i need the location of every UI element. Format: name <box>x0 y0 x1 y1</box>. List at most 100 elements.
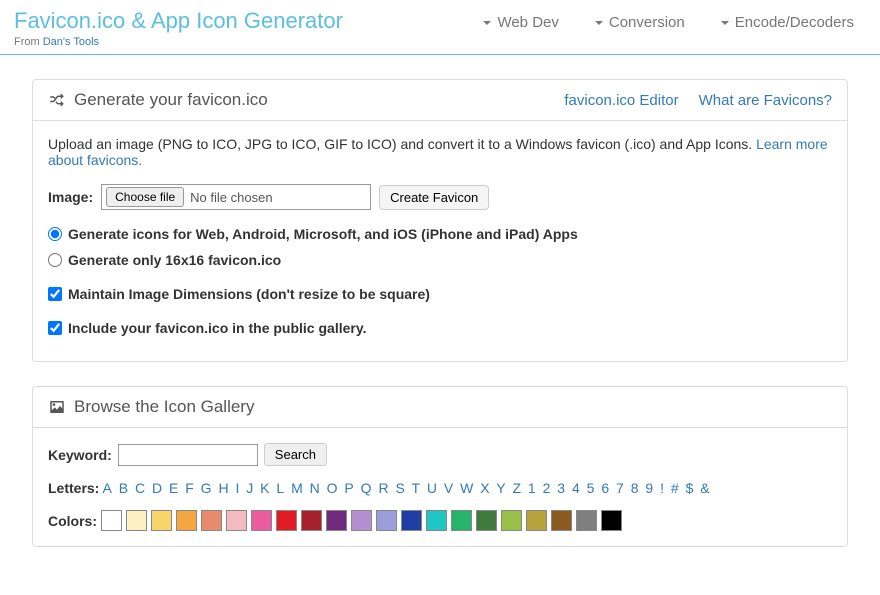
letter-link[interactable]: S <box>395 480 404 496</box>
letter-link[interactable]: U <box>427 480 437 496</box>
letter-link[interactable]: H <box>218 480 228 496</box>
letter-link[interactable]: D <box>152 480 162 496</box>
letter-link[interactable]: R <box>378 480 388 496</box>
shuffle-icon <box>48 91 66 109</box>
letter-link[interactable]: N <box>310 480 320 496</box>
maintain-dimensions-checkbox[interactable] <box>48 287 62 301</box>
caret-down-icon <box>483 21 491 25</box>
letter-link[interactable]: & <box>700 480 709 496</box>
color-swatch[interactable] <box>351 510 372 531</box>
color-swatch[interactable] <box>326 510 347 531</box>
color-swatch[interactable] <box>601 510 622 531</box>
gallery-panel-heading: Browse the Icon Gallery <box>33 387 847 428</box>
letter-link[interactable]: # <box>671 480 679 496</box>
caret-down-icon <box>595 21 603 25</box>
color-swatch[interactable] <box>576 510 597 531</box>
color-swatch[interactable] <box>151 510 172 531</box>
letter-link[interactable]: 4 <box>572 480 580 496</box>
letter-link[interactable]: L <box>276 480 284 496</box>
nav-conversion[interactable]: Conversion <box>595 14 685 31</box>
what-are-favicons-link[interactable]: What are Favicons? <box>699 92 832 109</box>
maintain-dimensions-label: Maintain Image Dimensions (don't resize … <box>68 286 430 302</box>
generate-16-label: Generate only 16x16 favicon.ico <box>68 252 281 268</box>
generate-full-radio[interactable] <box>48 227 62 241</box>
letter-link[interactable]: M <box>291 480 303 496</box>
color-swatch[interactable] <box>551 510 572 531</box>
color-swatch[interactable] <box>226 510 247 531</box>
generate-16-radio[interactable] <box>48 253 62 267</box>
letter-link[interactable]: I <box>235 480 239 496</box>
letter-link[interactable]: B <box>119 480 128 496</box>
letter-link[interactable]: G <box>201 480 212 496</box>
include-gallery-checkbox[interactable] <box>48 321 62 335</box>
keyword-label: Keyword: <box>48 447 112 463</box>
letter-link[interactable]: ! <box>660 480 664 496</box>
color-swatch[interactable] <box>451 510 472 531</box>
image-label: Image: <box>48 189 93 205</box>
letter-link[interactable]: Y <box>496 480 505 496</box>
letter-link[interactable]: K <box>260 480 269 496</box>
letter-link[interactable]: O <box>327 480 338 496</box>
letter-link[interactable]: E <box>169 480 178 496</box>
caret-down-icon <box>721 21 729 25</box>
create-favicon-button[interactable]: Create Favicon <box>379 185 489 210</box>
search-button[interactable]: Search <box>264 443 327 466</box>
letter-link[interactable]: W <box>460 480 473 496</box>
choose-file-button[interactable]: Choose file <box>106 187 184 207</box>
letter-link[interactable]: V <box>444 480 453 496</box>
color-swatch[interactable] <box>501 510 522 531</box>
nav-encode-decoders[interactable]: Encode/Decoders <box>721 14 854 31</box>
letter-link[interactable]: Z <box>512 480 521 496</box>
generate-heading-text: Generate your favicon.ico <box>74 90 268 110</box>
gallery-heading-text: Browse the Icon Gallery <box>74 397 254 417</box>
letter-link[interactable]: 1 <box>528 480 536 496</box>
letter-link[interactable]: C <box>135 480 145 496</box>
site-title-link[interactable]: Favicon.ico & App Icon Generator <box>14 8 343 33</box>
color-swatch[interactable] <box>376 510 397 531</box>
site-subtitle: From Dan's Tools <box>14 36 343 48</box>
site-header: Favicon.ico & App Icon Generator From Da… <box>0 0 880 55</box>
picture-icon <box>48 398 66 416</box>
letter-link[interactable]: F <box>185 480 194 496</box>
letter-link[interactable]: 5 <box>587 480 595 496</box>
favicon-editor-link[interactable]: favicon.ico Editor <box>564 92 678 109</box>
letter-link[interactable]: P <box>344 480 353 496</box>
letters-label: Letters: <box>48 480 99 496</box>
color-swatch[interactable] <box>201 510 222 531</box>
file-input[interactable]: Choose file No file chosen <box>101 184 371 210</box>
nav-web-dev[interactable]: Web Dev <box>483 14 558 31</box>
letter-link[interactable]: X <box>480 480 489 496</box>
letter-link[interactable]: 3 <box>557 480 565 496</box>
letter-link[interactable]: J <box>246 480 253 496</box>
dans-tools-link[interactable]: Dan's Tools <box>43 36 99 48</box>
letter-link[interactable]: 9 <box>645 480 653 496</box>
generate-panel-heading: Generate your favicon.ico favicon.ico Ed… <box>33 80 847 121</box>
generate-full-label: Generate icons for Web, Android, Microso… <box>68 226 578 242</box>
color-swatch[interactable] <box>401 510 422 531</box>
letter-link[interactable]: 8 <box>631 480 639 496</box>
letter-link[interactable]: 6 <box>601 480 609 496</box>
color-swatch[interactable] <box>126 510 147 531</box>
keyword-input[interactable] <box>118 444 258 466</box>
color-swatch[interactable] <box>526 510 547 531</box>
letters-row: Letters: A B C D E F G H I J K L M N O P… <box>48 480 832 496</box>
color-swatch[interactable] <box>251 510 272 531</box>
generate-panel: Generate your favicon.ico favicon.ico Ed… <box>32 79 848 362</box>
color-swatch[interactable] <box>476 510 497 531</box>
intro-text: Upload an image (PNG to ICO, JPG to ICO,… <box>48 136 832 168</box>
color-swatch[interactable] <box>426 510 447 531</box>
color-swatch[interactable] <box>176 510 197 531</box>
color-swatch[interactable] <box>101 510 122 531</box>
include-gallery-label: Include your favicon.ico in the public g… <box>68 320 366 336</box>
letter-link[interactable]: A <box>102 480 111 496</box>
color-swatch[interactable] <box>301 510 322 531</box>
letter-link[interactable]: Q <box>361 480 372 496</box>
color-swatch[interactable] <box>276 510 297 531</box>
letter-link[interactable]: T <box>411 480 420 496</box>
colors-row: Colors: <box>48 510 832 531</box>
colors-label: Colors: <box>48 513 97 529</box>
file-status-text: No file chosen <box>190 190 272 205</box>
letter-link[interactable]: $ <box>686 480 694 496</box>
letter-link[interactable]: 7 <box>616 480 624 496</box>
letter-link[interactable]: 2 <box>543 480 551 496</box>
